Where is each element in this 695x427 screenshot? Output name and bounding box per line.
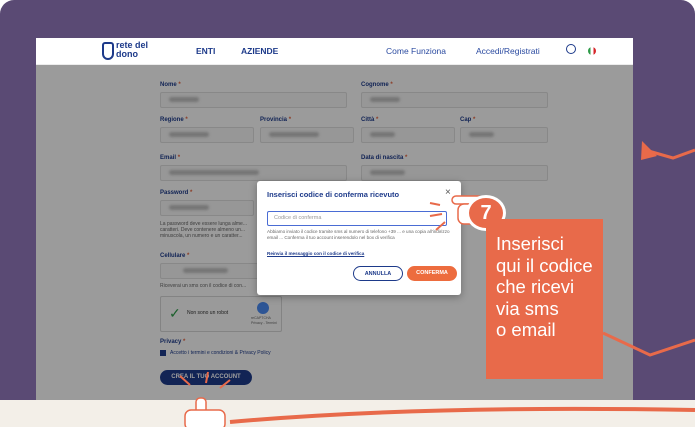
arrow-line-mid xyxy=(602,331,695,357)
callout-text: Inserisci qui il codice che ricevi via s… xyxy=(496,233,593,340)
arrow-line-bottom xyxy=(229,406,695,424)
arrow-head-top xyxy=(641,141,657,160)
instruction-callout: Inserisci qui il codice che ricevi via s… xyxy=(486,219,603,379)
hand-pointer-icon xyxy=(184,397,226,427)
click-burst-icon xyxy=(179,371,231,389)
step-badge: 7 xyxy=(424,191,506,235)
